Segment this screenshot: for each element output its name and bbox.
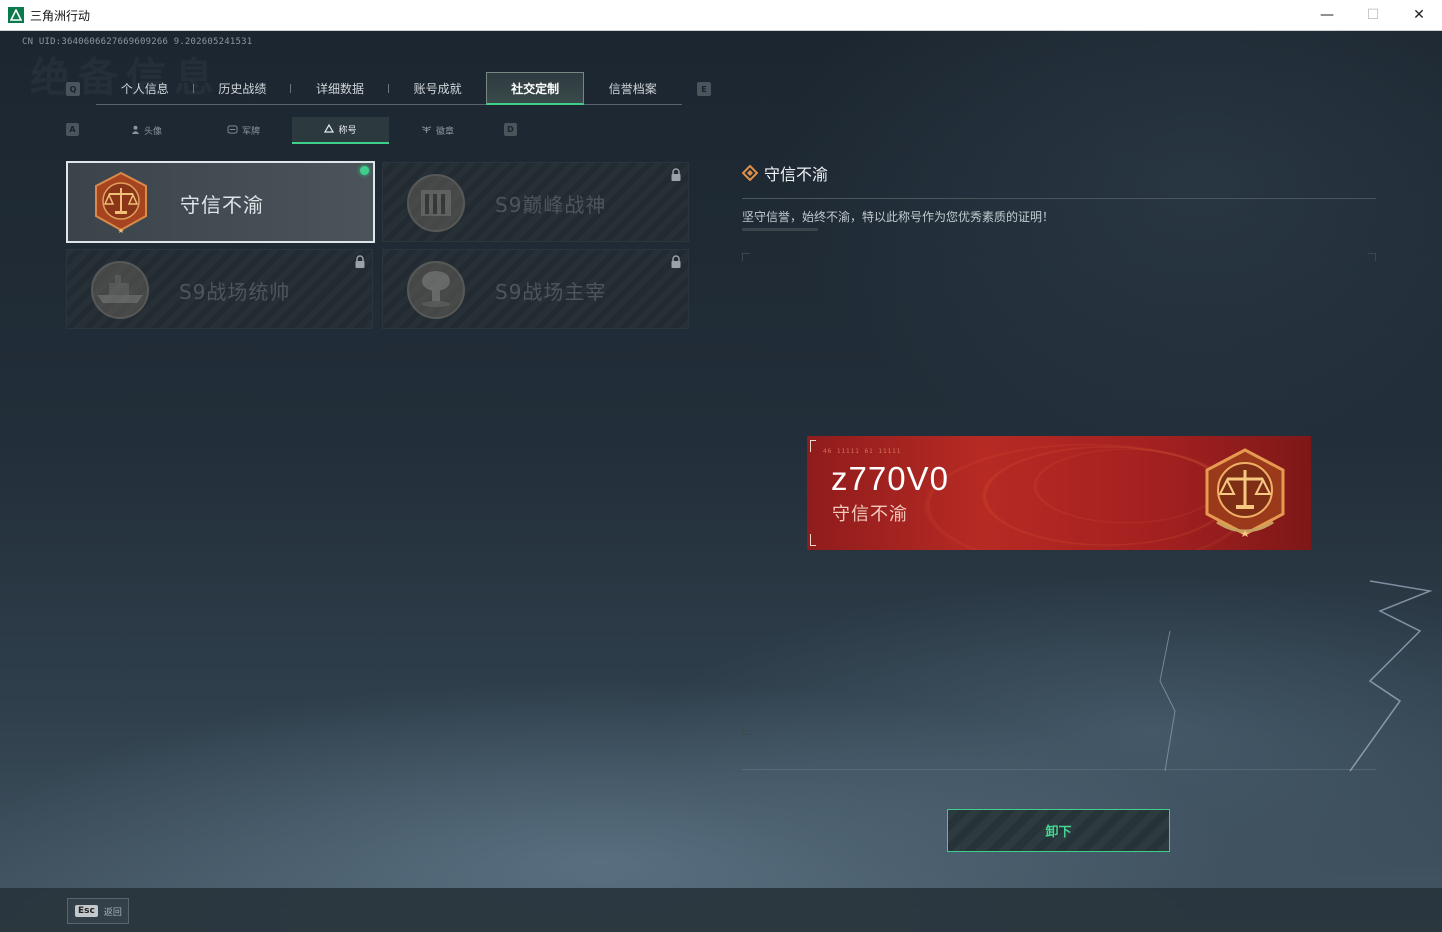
warship-badge-icon [91, 261, 149, 319]
nameplate-bracket [810, 534, 816, 546]
game-viewport: 绝备信息 CN UID:3640606627669609266 9.202605… [0, 31, 1442, 932]
prev-tab-key-hint[interactable]: Q [66, 82, 80, 96]
triangle-icon [324, 123, 335, 136]
nameplate-title: 守信不渝 [832, 504, 908, 525]
detail-header: 守信不渝 [742, 161, 828, 185]
person-icon [131, 125, 140, 137]
nameplate-player-name: z770V0 [831, 460, 949, 497]
next-subtab-key-hint[interactable]: D [504, 123, 517, 136]
explosion-badge-icon [407, 261, 465, 319]
window-titlebar: 三角洲行动 — ☐ ✕ [0, 0, 1442, 31]
title-card[interactable]: 守信不渝 [66, 161, 375, 243]
scales-badge-icon [95, 171, 147, 233]
subtab-label: 称号 [338, 126, 357, 136]
prev-subtab-key-hint[interactable]: A [66, 123, 79, 136]
back-label: 返回 [103, 907, 122, 918]
preview-frame-corner [742, 727, 750, 735]
tab-achievements[interactable]: 账号成就 [389, 72, 487, 105]
fortress-badge-icon [407, 174, 465, 232]
tab-label: 社交定制 [511, 81, 560, 96]
detail-title: 守信不渝 [764, 165, 829, 184]
nameplate-code: 46 11111 61 11111 [823, 448, 902, 455]
tab-label: 账号成就 [413, 82, 462, 96]
lightning-decoration [1159, 580, 1433, 772]
title-card-label: 守信不渝 [180, 193, 264, 217]
dogtag-icon [227, 124, 238, 137]
tab-social-custom[interactable]: 社交定制 [486, 72, 584, 105]
subtab-dogtag[interactable]: 军牌 [195, 117, 292, 144]
title-card-label: S9巅峰战神 [495, 193, 607, 217]
close-button[interactable]: ✕ [1396, 0, 1442, 30]
title-card[interactable]: S9战场主宰 [382, 249, 689, 329]
window-title: 三角洲行动 [30, 8, 91, 23]
next-tab-key-hint[interactable]: E [697, 82, 711, 96]
player-uid: CN UID:3640606627669609266 9.20260524153… [22, 37, 253, 47]
tab-personal-info[interactable]: 个人信息 [96, 72, 194, 105]
main-tab-bar: 个人信息 历史战绩 详细数据 账号成就 社交定制 信誉档案 [96, 72, 682, 105]
lock-icon [671, 255, 681, 268]
detail-divider [742, 198, 1376, 199]
tab-label: 信誉档案 [608, 82, 657, 96]
subtab-label: 军牌 [241, 127, 260, 137]
tab-label: 历史战绩 [218, 82, 267, 96]
nameplate-bracket [810, 440, 816, 452]
decorative-bar [742, 228, 818, 231]
tab-reputation[interactable]: 信誉档案 [584, 72, 682, 105]
scales-badge-icon [1205, 448, 1285, 537]
tab-detailed-stats[interactable]: 详细数据 [291, 72, 389, 105]
title-card[interactable]: S9巅峰战神 [382, 162, 689, 242]
preview-frame-corner [742, 253, 750, 261]
subtab-avatar[interactable]: 头像 [98, 117, 195, 144]
wings-icon [421, 125, 432, 137]
subtab-label: 徽章 [435, 127, 454, 137]
lock-icon [671, 168, 681, 181]
back-button[interactable]: Esc 返回 [67, 898, 129, 924]
detail-description: 坚守信誉，始终不渝，特以此称号作为您优秀素质的证明！ [742, 210, 1055, 224]
preview-frame-corner [1368, 253, 1376, 261]
title-card-label: S9战场统帅 [179, 280, 291, 304]
nameplate-preview: 46 11111 61 11111 z770V0 守信不渝 [807, 436, 1311, 550]
maximize-button[interactable]: ☐ [1350, 0, 1396, 30]
minimize-button[interactable]: — [1304, 0, 1350, 30]
tab-match-history[interactable]: 历史战绩 [194, 72, 292, 105]
subtab-label: 头像 [143, 127, 162, 137]
esc-key-hint: Esc [75, 905, 98, 917]
lock-icon [355, 255, 365, 268]
sub-tab-bar: 头像 军牌 称号 徽章 [98, 117, 486, 144]
diamond-marker-icon [742, 165, 758, 181]
app-logo-icon [8, 7, 24, 23]
equipped-indicator [360, 166, 369, 175]
subtab-badge[interactable]: 徽章 [389, 117, 486, 144]
title-card[interactable]: S9战场统帅 [66, 249, 373, 329]
title-card-label: S9战场主宰 [495, 280, 607, 304]
tab-label: 个人信息 [120, 82, 169, 96]
subtab-title[interactable]: 称号 [292, 117, 389, 144]
footer-bar: Esc 返回 [0, 888, 1442, 932]
tab-label: 详细数据 [315, 82, 364, 96]
